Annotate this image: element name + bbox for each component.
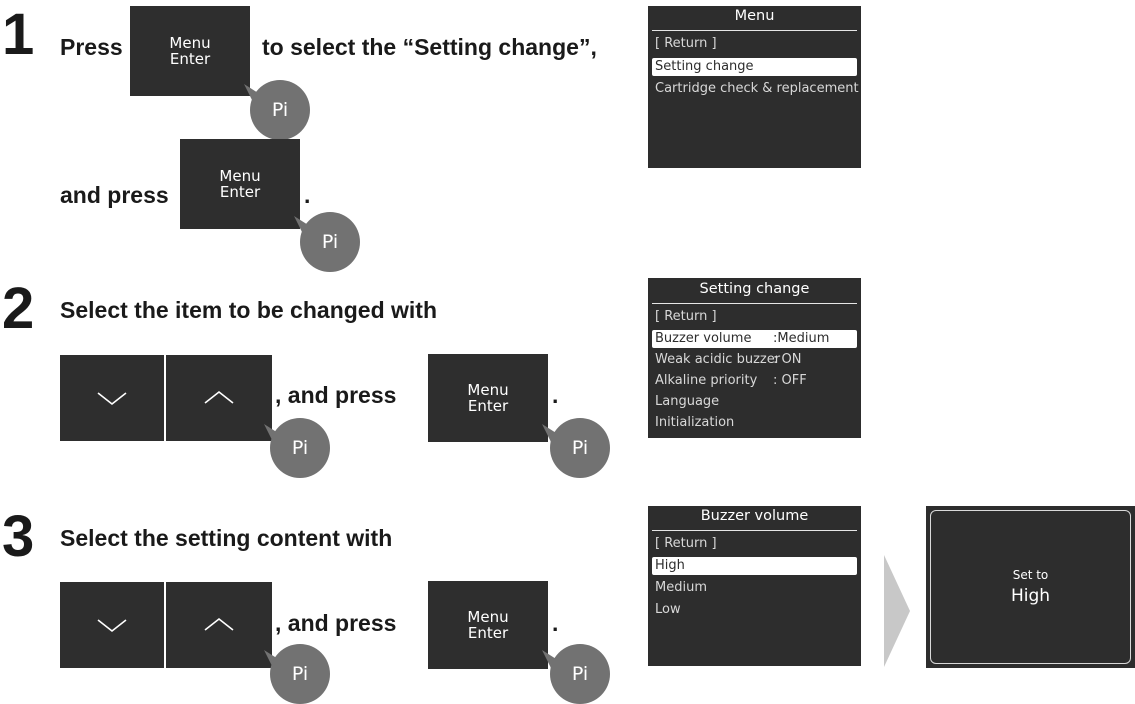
title-divider [652,30,857,31]
confirmation-value: High [1010,586,1051,606]
option-return[interactable]: [ Return ] [652,535,857,553]
enter-label: Enter [169,50,211,68]
beep-bubble: Pi [250,80,310,140]
setting-item-initialization[interactable]: Initialization [652,414,857,432]
menu-item-setting-change[interactable]: Setting change [652,58,857,76]
screen-title: Buzzer volume [700,508,809,524]
setting-label: Alkaline priority [655,373,758,388]
instruction-text: and press [60,182,169,208]
step-number: 1 [2,2,35,67]
setting-label: Buzzer volume [655,331,752,346]
setting-item-buzzer-volume[interactable]: Buzzer volume :Medium [652,330,857,348]
beep-bubble: Pi [550,418,610,478]
screen-title: Menu [734,8,775,24]
setting-value: : OFF [773,373,807,388]
beep-bubble: Pi [270,644,330,704]
enter-label: Enter [219,183,261,201]
instruction-text: Press [60,34,123,60]
setting-label: Initialization [655,415,735,430]
chevron-down-icon [97,619,127,633]
menu-label: Menu [467,381,509,399]
setting-label: Language [655,394,720,409]
option-medium[interactable]: Medium [652,579,857,597]
setting-change-screen: Setting change [ Return ] Buzzer volume … [648,278,861,438]
menu-enter-button[interactable]: Menu Enter [130,6,250,96]
down-button[interactable] [60,582,164,668]
instruction-text: , and press [275,610,397,636]
title-divider [652,530,857,531]
instruction-text: Select the item to be changed with [60,297,438,323]
instruction-text: Select the setting content with [60,525,393,551]
setting-label: Weak acidic buzzer [655,352,781,367]
enter-label: Enter [467,397,509,415]
period-text: . [552,382,559,408]
instruction-text: , and press [275,382,397,408]
up-button[interactable] [166,582,272,668]
title-divider [652,303,857,304]
confirmation-screen: Set to High [926,506,1135,668]
menu-label: Menu [467,608,509,626]
beep-bubble: Pi [550,644,610,704]
menu-enter-button[interactable]: Menu Enter [428,354,548,442]
confirmation-caption: Set to [1012,568,1049,582]
period-text: . [304,182,311,208]
setting-item-alkaline-priority[interactable]: Alkaline priority : OFF [652,372,857,390]
screen-title: Setting change [699,281,810,297]
option-high[interactable]: High [652,557,857,575]
menu-enter-button[interactable]: Menu Enter [180,139,300,229]
setting-label: [ Return ] [655,309,717,324]
menu-screen: Menu [ Return ] Setting change Cartridge… [648,6,861,168]
menu-enter-button[interactable]: Menu Enter [428,581,548,669]
chevron-right-icon [884,555,910,667]
chevron-down-icon [97,392,127,406]
menu-item-cartridge[interactable]: Cartridge check & replacement [652,80,859,98]
chevron-up-icon [204,390,234,404]
option-low[interactable]: Low [652,601,857,619]
period-text: . [552,610,559,636]
instruction-text: to select the “Setting change”, [262,34,597,60]
setting-value: : ON [773,352,802,367]
setting-value: :Medium [773,331,830,346]
beep-bubble: Pi [300,212,360,272]
up-button[interactable] [166,355,272,441]
setting-item-return[interactable]: [ Return ] [652,308,857,326]
beep-bubble: Pi [270,418,330,478]
chevron-up-icon [204,617,234,631]
setting-item-language[interactable]: Language [652,393,857,411]
setting-item-weak-acidic-buzzer[interactable]: Weak acidic buzzer : ON [652,351,857,369]
down-button[interactable] [60,355,164,441]
step-number: 2 [2,276,35,341]
menu-label: Menu [219,167,261,185]
menu-item-return[interactable]: [ Return ] [652,35,857,53]
menu-label: Menu [169,34,211,52]
step-number: 3 [2,504,35,569]
enter-label: Enter [467,624,509,642]
buzzer-volume-screen: Buzzer volume [ Return ] High Medium Low [648,506,861,666]
